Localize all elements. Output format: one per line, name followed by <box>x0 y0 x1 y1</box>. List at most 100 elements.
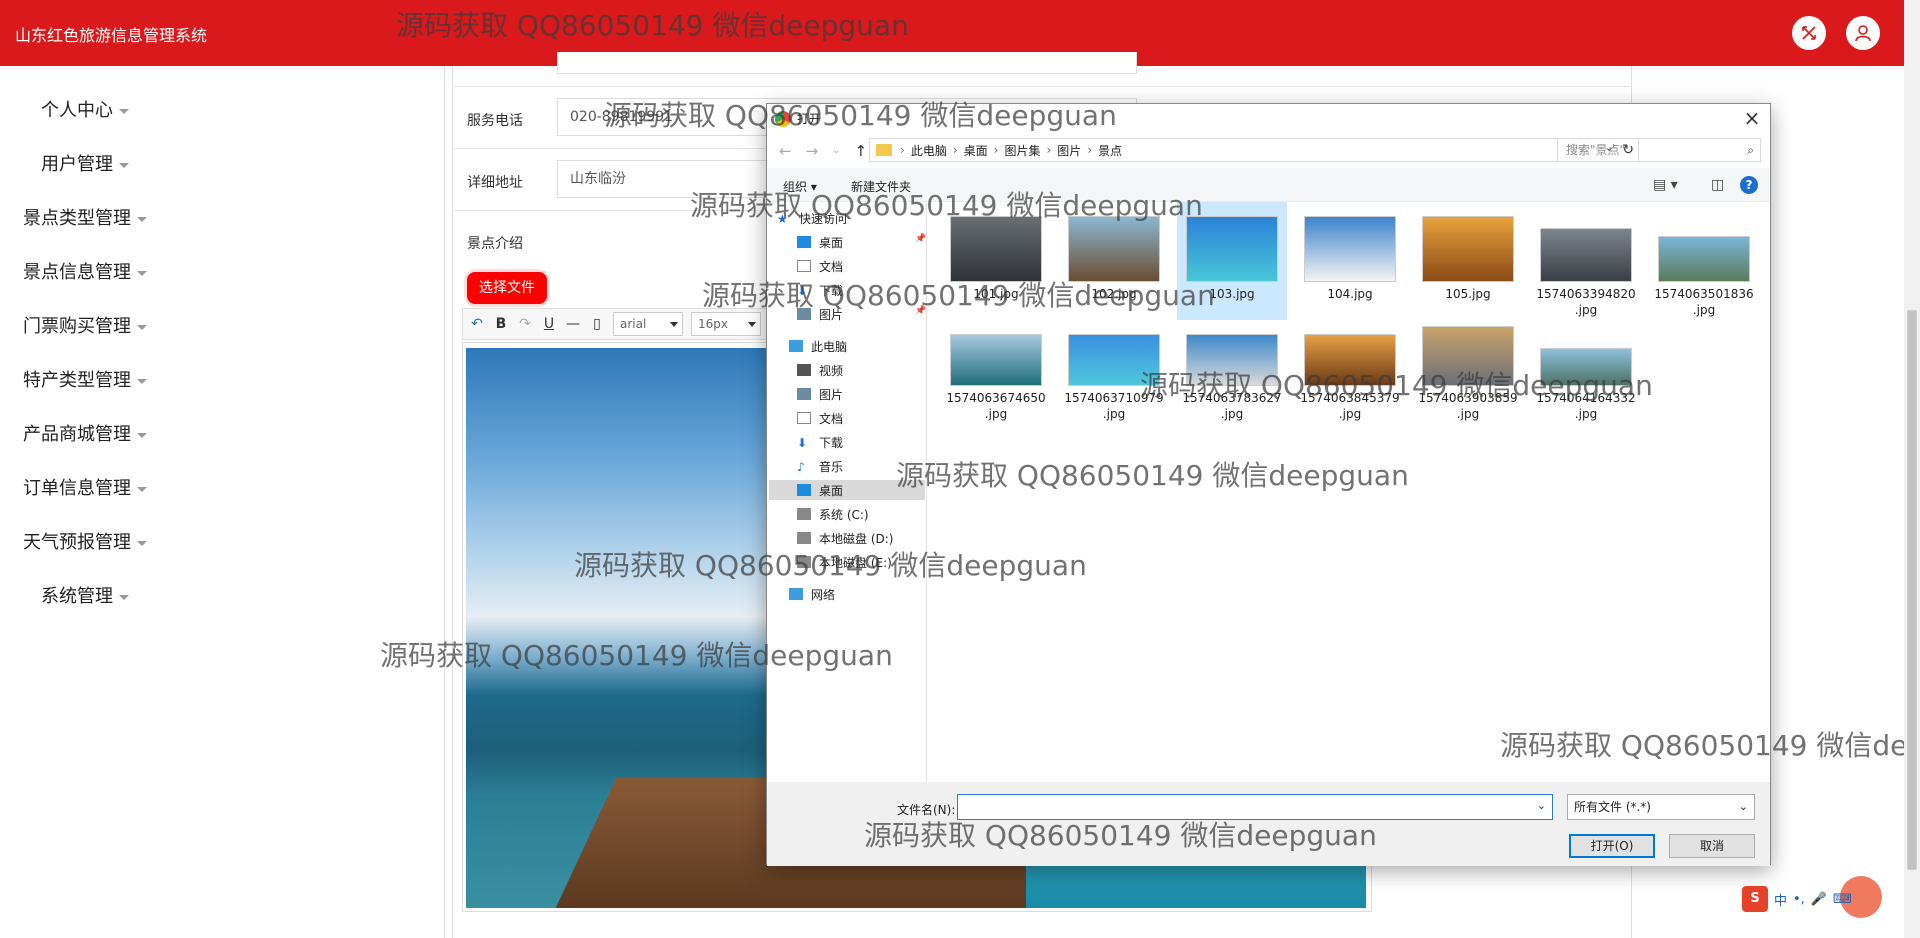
keyboard-icon[interactable]: ⌨ <box>1833 892 1852 907</box>
thumbnail <box>1658 236 1750 282</box>
document-icon[interactable]: ▯ <box>589 316 605 332</box>
page-scrollbar[interactable] <box>1904 0 1920 938</box>
sidebar-item-spot-types[interactable]: 景点类型管理 <box>0 204 170 230</box>
file-item[interactable]: 1574063710979 .jpg <box>1059 334 1169 422</box>
choose-file-button[interactable]: 选择文件 <box>467 272 547 304</box>
nav-documents[interactable]: 文档 <box>797 256 843 276</box>
file-item[interactable]: 1574063394820 .jpg <box>1531 228 1641 318</box>
chevron-down-icon <box>137 486 147 492</box>
nav-drive-c[interactable]: 系统 (C:) <box>797 504 869 524</box>
organize-button[interactable]: 组织 ▾ <box>783 178 817 195</box>
bold-icon[interactable]: B <box>493 316 509 332</box>
nav-pictures-pc[interactable]: 图片 <box>797 384 843 404</box>
file-item[interactable]: 101.jpg <box>941 216 1051 302</box>
file-item[interactable]: 1574063903859 .jpg <box>1413 326 1523 422</box>
breadcrumb-item[interactable]: 景点 <box>1098 142 1122 159</box>
folder-icon <box>876 144 892 156</box>
preview-pane-icon[interactable]: ◫ <box>1711 177 1724 193</box>
thumbnail <box>1068 334 1160 386</box>
new-folder-button[interactable]: 新建文件夹 <box>851 178 911 195</box>
nav-drive-e[interactable]: 本地磁盘 (E:) <box>797 552 892 572</box>
file-item[interactable]: 1574063783627 .jpg <box>1177 334 1287 422</box>
thumbnail <box>1422 216 1514 282</box>
file-item[interactable]: 103.jpg <box>1177 202 1287 320</box>
nav-drive-d[interactable]: 本地磁盘 (D:) <box>797 528 893 548</box>
network-icon <box>789 588 803 600</box>
thumbnail <box>1540 348 1632 386</box>
search-input[interactable]: 搜索"景点" ⌕ <box>1557 138 1761 162</box>
forward-arrow-icon[interactable]: → <box>806 142 819 160</box>
chevron-down-icon[interactable]: ⌄ <box>1537 799 1546 812</box>
breadcrumb-item[interactable]: 桌面 <box>964 142 988 159</box>
font-size-select[interactable]: 16px <box>691 312 761 336</box>
horizontal-rule-icon[interactable]: — <box>565 316 581 332</box>
file-item[interactable]: 104.jpg <box>1295 216 1405 302</box>
up-arrow-icon[interactable]: ↑ <box>855 142 868 160</box>
dialog-titlebar[interactable]: 打开 × <box>767 104 1770 134</box>
navigation-pane: ★ 快速访问 桌面 📌 文档 ⬇ 下载 图片 📌 此电脑 视频 图片 文档 ⬇ 下载 … <box>767 202 927 782</box>
view-options-icon[interactable]: ▤ ▾ <box>1653 177 1678 193</box>
file-item[interactable]: 1574063845379 .jpg <box>1295 334 1405 422</box>
user-button[interactable] <box>1846 16 1880 50</box>
previous-field[interactable] <box>557 52 1137 74</box>
nav-downloads[interactable]: ⬇ 下载 <box>797 280 843 300</box>
download-icon: ⬇ <box>797 436 808 450</box>
sidebar-item-users[interactable]: 用户管理 <box>0 150 170 176</box>
sidebar-item-specialty-types[interactable]: 特产类型管理 <box>0 366 170 392</box>
redo-icon[interactable]: ↷ <box>517 316 533 332</box>
ime-lang[interactable]: 中 <box>1774 890 1787 909</box>
nav-this-pc[interactable]: 此电脑 <box>789 336 847 356</box>
mic-icon[interactable]: 🎤 <box>1811 892 1827 907</box>
nav-pictures[interactable]: 图片 <box>797 304 843 324</box>
file-item[interactable]: 102.jpg <box>1059 216 1169 302</box>
filename-input[interactable]: ⌄ <box>957 794 1553 820</box>
help-icon[interactable]: ? <box>1740 176 1758 194</box>
chevron-down-icon <box>137 540 147 546</box>
chevron-down-icon <box>137 324 147 330</box>
close-button[interactable]: × <box>1740 106 1764 130</box>
sidebar-item-tickets[interactable]: 门票购买管理 <box>0 312 170 338</box>
nav-desktop[interactable]: 桌面 <box>797 232 843 252</box>
undo-icon[interactable]: ↶ <box>469 316 485 332</box>
nav-documents-pc[interactable]: 文档 <box>797 408 843 428</box>
sidebar-item-product-mall[interactable]: 产品商城管理 <box>0 420 170 446</box>
file-item[interactable]: 1574064164332 .jpg <box>1531 348 1641 422</box>
breadcrumb-item[interactable]: 图片集 <box>1004 142 1040 159</box>
file-item[interactable]: 105.jpg <box>1413 216 1523 302</box>
file-item[interactable]: 1574063674650 .jpg <box>941 334 1051 422</box>
address-bar[interactable]: › 此电脑 › 桌面 › 图片集 › 图片 › 景点 ⌄ ↻ <box>869 138 1639 162</box>
file-open-dialog: 打开 × ← → ⌄ ↑ › 此电脑 › 桌面 › 图片集 › 图片 › 景点 … <box>766 103 1771 866</box>
breadcrumb-item[interactable]: 此电脑 <box>911 142 947 159</box>
file-item[interactable]: 1574063501836 .jpg <box>1649 236 1759 318</box>
address-label: 详细地址 <box>467 175 523 191</box>
nav-network[interactable]: 网络 <box>789 584 835 604</box>
command-bar: 组织 ▾ 新建文件夹 ▤ ▾ ◫ ? <box>767 168 1770 202</box>
ime-punct[interactable]: •, <box>1793 892 1805 907</box>
sidebar-item-weather[interactable]: 天气预报管理 <box>0 528 170 554</box>
nav-quick-access[interactable]: ★ 快速访问 <box>777 208 847 228</box>
pictures-icon <box>797 388 811 400</box>
document-icon <box>797 412 811 424</box>
back-arrow-icon[interactable]: ← <box>779 142 792 160</box>
font-family-select[interactable]: arial <box>613 312 683 336</box>
scrollbar-thumb[interactable] <box>1907 310 1917 870</box>
fullscreen-button[interactable] <box>1792 16 1826 50</box>
sidebar-item-personal-center[interactable]: 个人中心 <box>0 96 170 122</box>
cancel-button[interactable]: 取消 <box>1669 834 1755 858</box>
filetype-select[interactable]: 所有文件 (*.*) ⌄ <box>1567 794 1755 820</box>
breadcrumb-item[interactable]: 图片 <box>1057 142 1081 159</box>
pin-icon: 📌 <box>915 234 927 244</box>
sogou-icon[interactable]: S <box>1742 886 1768 912</box>
sidebar-item-system[interactable]: 系统管理 <box>0 582 170 608</box>
nav-desktop-pc[interactable]: 桌面 <box>769 480 925 500</box>
nav-downloads-pc[interactable]: ⬇ 下载 <box>797 432 843 452</box>
sidebar-item-spot-info[interactable]: 景点信息管理 <box>0 258 170 284</box>
dialog-nav-buttons: ← → ⌄ ↑ <box>779 142 867 160</box>
open-button[interactable]: 打开(O) <box>1569 834 1655 858</box>
underline-icon[interactable]: U <box>541 316 557 332</box>
nav-videos[interactable]: 视频 <box>797 360 843 380</box>
nav-music[interactable]: ♪ 音乐 <box>797 456 843 476</box>
sidebar-item-orders[interactable]: 订单信息管理 <box>0 474 170 500</box>
chevron-down-icon[interactable]: ⌄ <box>832 142 840 160</box>
chevron-down-icon <box>119 594 129 600</box>
